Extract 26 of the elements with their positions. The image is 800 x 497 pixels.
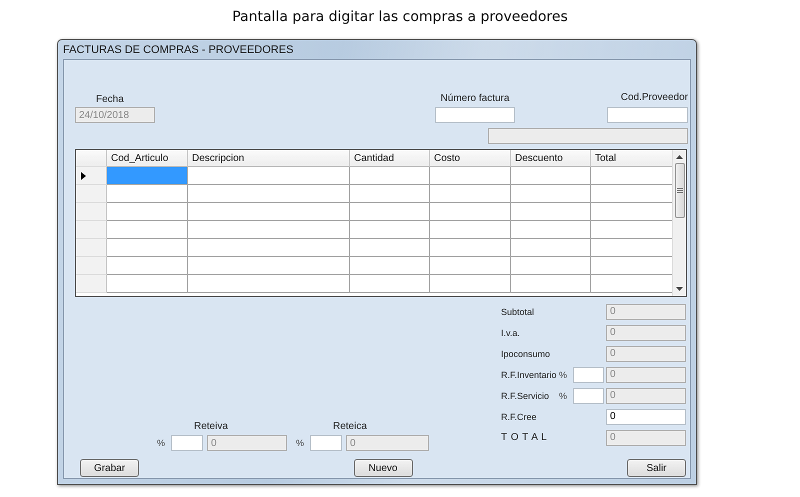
total-label: R.F.Servicio [501, 390, 550, 400]
field-label: Reteica [332, 421, 368, 432]
window-title: FACTURAS DE COMPRAS - PROVEEDORES [63, 44, 294, 56]
field-label: Fecha [95, 94, 125, 105]
percent-label: % [559, 370, 568, 380]
column-header[interactable]: Costo [430, 150, 511, 167]
action-button[interactable]: Salir [627, 459, 686, 477]
field-label: Reteiva [193, 421, 229, 432]
total-label: I.v.a. [501, 328, 521, 338]
total-label: Ipoconsumo [501, 348, 552, 358]
action-button[interactable]: Grabar [80, 459, 139, 477]
column-header[interactable]: Cantidad [350, 150, 430, 167]
total-label: Subtotal [501, 306, 536, 316]
total-label: R.F.Inventario [501, 370, 558, 380]
percent-label: % [296, 438, 306, 448]
field-label: Cod.Proveedor [620, 92, 688, 103]
amount-field[interactable]: 0 [606, 408, 686, 424]
page-caption: Pantalla para digitar las compras a proveedores [231, 8, 569, 27]
total-label: R.F.Cree [501, 412, 538, 422]
action-button[interactable]: Nuevo [354, 459, 412, 477]
percent-label: % [559, 390, 568, 400]
field-label: Número factura [440, 93, 510, 104]
percent-label: % [157, 438, 166, 448]
column-header[interactable]: Descuento [511, 150, 591, 167]
column-header[interactable]: Descripcion [188, 150, 350, 167]
total-label: T O T A L [501, 432, 548, 443]
